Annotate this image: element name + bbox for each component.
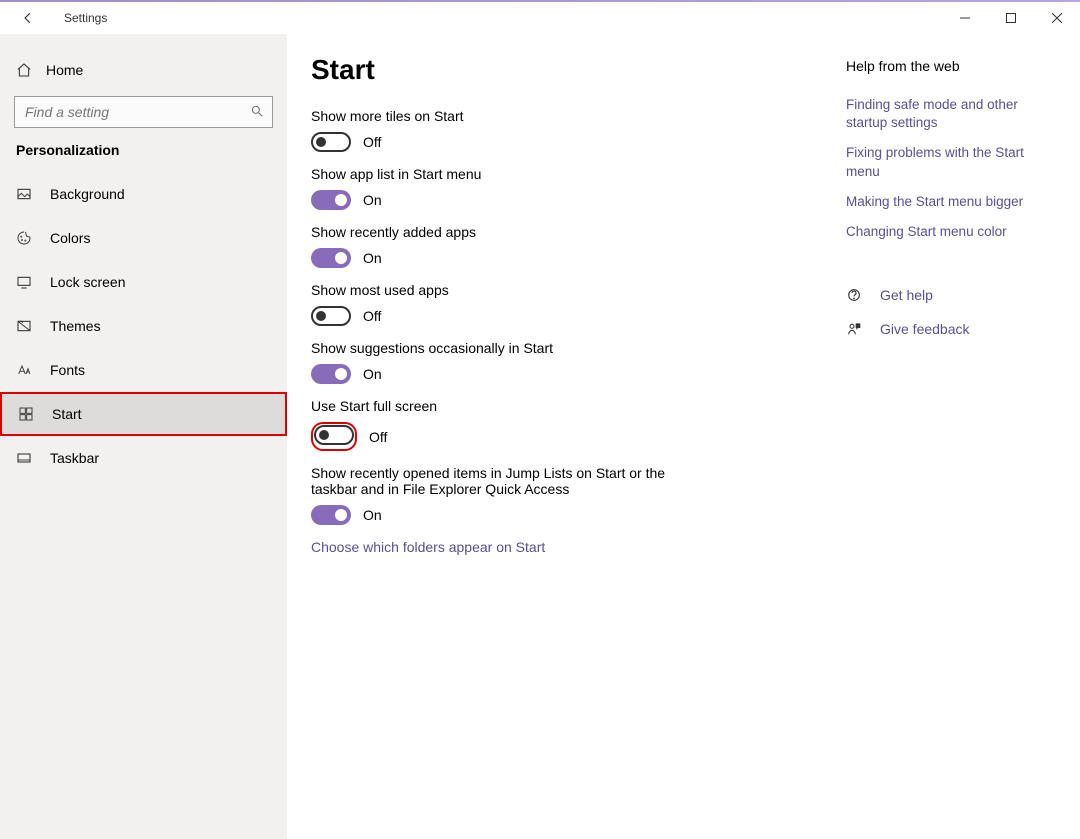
setting-app-list: Show app list in Start menu On [311,166,831,210]
get-help-label: Get help [880,287,933,303]
section-header: Personalization [0,142,287,172]
toggle-app-list[interactable] [311,190,351,210]
setting-label: Show more tiles on Start [311,108,831,124]
setting-label: Show app list in Start menu [311,166,831,182]
sidebar-item-label: Lock screen [50,274,125,290]
feedback-icon [846,321,862,337]
setting-label: Show most used apps [311,282,831,298]
toggle-state: Off [363,134,381,150]
lockscreen-icon [16,274,32,290]
toggle-state: On [363,192,382,208]
toggle-state: On [363,250,382,266]
setting-label: Show recently opened items in Jump Lists… [311,465,711,497]
setting-more-tiles: Show more tiles on Start Off [311,108,831,152]
themes-icon [16,318,32,334]
sidebar-item-label: Colors [50,230,90,246]
help-link-startmenu-color[interactable]: Changing Start menu color [846,223,1056,241]
sidebar-item-start[interactable]: Start [0,392,287,436]
setting-recently-added: Show recently added apps On [311,224,831,268]
titlebar: Settings [0,2,1080,34]
toggle-fullscreen[interactable] [314,425,354,445]
home-icon [16,62,32,78]
search-box[interactable] [14,96,273,128]
sidebar-item-lockscreen[interactable]: Lock screen [0,260,287,304]
help-link-startmenu-problems[interactable]: Fixing problems with the Start menu [846,144,1056,180]
setting-most-used: Show most used apps Off [311,282,831,326]
sidebar-item-label: Start [52,406,82,422]
sidebar-item-taskbar[interactable]: Taskbar [0,436,287,480]
palette-icon [16,230,32,246]
setting-label: Show recently added apps [311,224,831,240]
toggle-state: On [363,366,382,382]
page-title: Start [311,54,831,86]
folders-link[interactable]: Choose which folders appear on Start [311,539,831,555]
sidebar-item-themes[interactable]: Themes [0,304,287,348]
minimize-icon [960,13,970,23]
help-icon [846,287,862,303]
give-feedback-action[interactable]: Give feedback [846,321,1056,337]
toggle-most-used[interactable] [311,306,351,326]
minimize-button[interactable] [942,2,988,34]
maximize-icon [1006,13,1016,23]
picture-icon [16,186,32,202]
sidebar-item-label: Taskbar [50,450,99,466]
sidebar-item-fonts[interactable]: Fonts [0,348,287,392]
back-button[interactable] [12,2,44,34]
sidebar-item-label: Fonts [50,362,85,378]
setting-jumplists: Show recently opened items in Jump Lists… [311,465,831,525]
close-button[interactable] [1034,2,1080,34]
close-icon [1052,13,1062,23]
main-content: Start Show more tiles on Start Off Show … [287,34,1080,839]
toggle-state: On [363,507,382,523]
search-input[interactable] [23,103,216,121]
give-feedback-label: Give feedback [880,321,970,337]
start-icon [18,406,34,422]
window-title: Settings [64,11,107,25]
sidebar-item-background[interactable]: Background [0,172,287,216]
fonts-icon [16,362,32,378]
help-title: Help from the web [846,58,1056,74]
help-link-startmenu-bigger[interactable]: Making the Start menu bigger [846,193,1056,211]
sidebar-item-colors[interactable]: Colors [0,216,287,260]
toggle-state: Off [369,429,387,445]
setting-fullscreen: Use Start full screen Off [311,398,831,451]
highlighted-toggle-wrap [311,422,357,451]
help-link-safemode[interactable]: Finding safe mode and other startup sett… [846,96,1056,132]
home-label: Home [46,62,83,78]
taskbar-icon [16,450,32,466]
get-help-action[interactable]: Get help [846,287,1056,303]
toggle-recently-added[interactable] [311,248,351,268]
sidebar-item-label: Background [50,186,125,202]
toggle-suggestions[interactable] [311,364,351,384]
home-nav[interactable]: Home [0,52,287,88]
toggle-jumplists[interactable] [311,505,351,525]
toggle-state: Off [363,308,381,324]
maximize-button[interactable] [988,2,1034,34]
search-icon [250,104,264,121]
arrow-left-icon [21,11,35,25]
setting-suggestions: Show suggestions occasionally in Start O… [311,340,831,384]
sidebar: Home Personalization Background Colors L… [0,34,287,839]
setting-label: Use Start full screen [311,398,831,414]
help-panel: Help from the web Finding safe mode and … [846,54,1056,819]
setting-label: Show suggestions occasionally in Start [311,340,831,356]
sidebar-item-label: Themes [50,318,101,334]
toggle-more-tiles[interactable] [311,132,351,152]
